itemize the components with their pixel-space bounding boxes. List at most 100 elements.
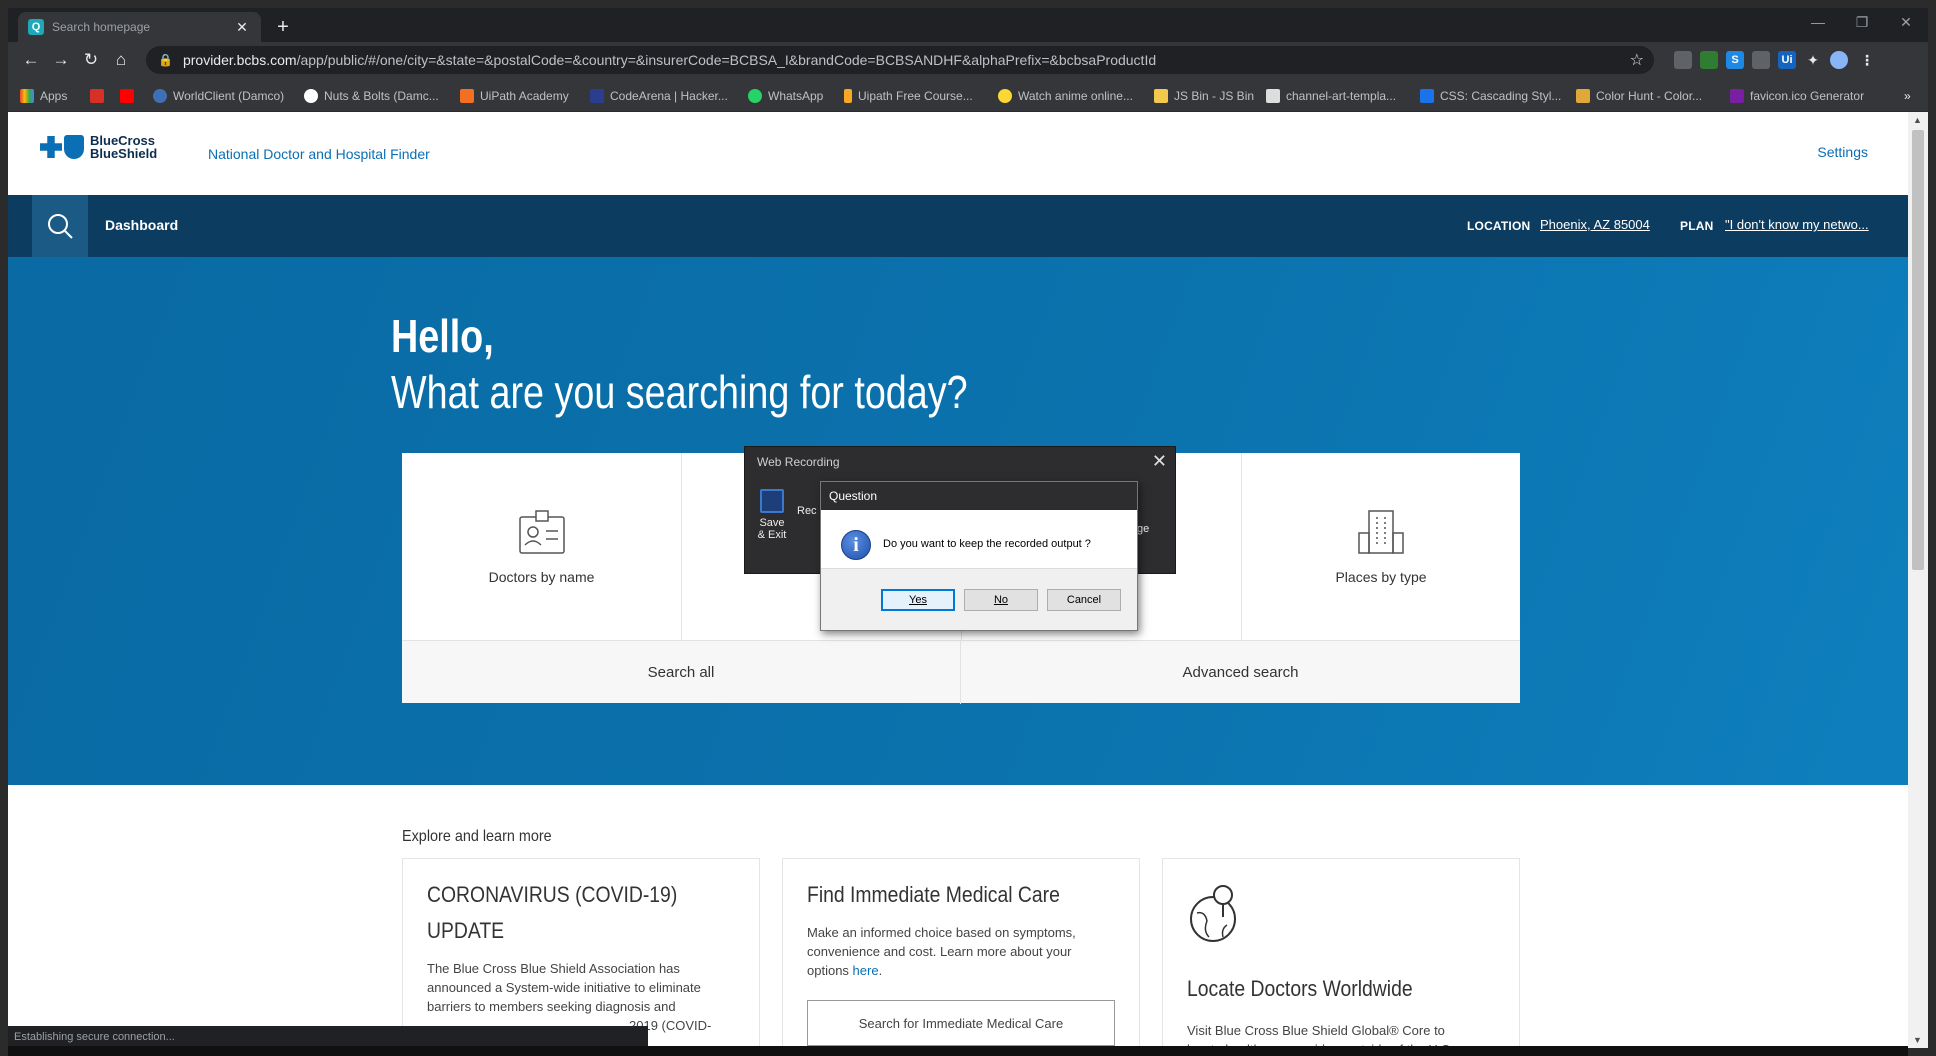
forward-icon[interactable]: → [48, 48, 74, 72]
new-tab-button[interactable]: + [271, 15, 295, 39]
home-icon[interactable]: ⌂ [108, 48, 134, 72]
back-icon[interactable]: ← [18, 48, 44, 72]
immediate-care-title: Find Immediate Medical Care [807, 882, 1060, 907]
save-label: Save [759, 517, 785, 529]
dialog-title: Question [821, 482, 1137, 510]
bookmark-label: Watch anime online... [1018, 89, 1133, 103]
image-button[interactable]: ge [1137, 523, 1149, 535]
puzzle-icon[interactable]: ✦ [1804, 51, 1822, 69]
bookmark-nuts-bolts[interactable]: Nuts & Bolts (Damc... [304, 87, 439, 105]
plan-value[interactable]: "I don't know my netwo... [1725, 217, 1869, 232]
restore-button[interactable]: ❐ [1840, 14, 1884, 36]
settings-link[interactable]: Settings [1817, 144, 1868, 160]
search-actions-row: Search all Advanced search [402, 640, 1520, 704]
logo-text: BlueCross BlueShield [90, 134, 157, 160]
search-button[interactable] [32, 195, 88, 257]
bookmark-favicon[interactable]: favicon.ico Generator [1730, 87, 1864, 105]
greeting-heading: Hello, [391, 310, 494, 362]
bookmark-channel-art[interactable]: channel-art-templa... [1266, 87, 1396, 105]
minimize-button[interactable]: — [1796, 14, 1840, 36]
blue-cross-icon [40, 136, 62, 158]
bookmark-label: Apps [40, 89, 68, 103]
bookmark-label: channel-art-templa... [1286, 89, 1397, 103]
here-link[interactable]: here [853, 963, 879, 978]
bookmark-label: UiPath Academy [480, 89, 569, 103]
info-icon: i [841, 530, 871, 560]
search-prompt-heading: What are you searching for today? [391, 366, 968, 418]
youtube-icon [120, 89, 134, 103]
browser-toolbar: ← → ↻ ⌂ 🔒 provider.bcbs.com /app/public/… [8, 42, 1928, 78]
covid-text-1: The Blue Cross Blue Shield Association h… [427, 961, 680, 976]
save-exit-button[interactable]: Save & Exit [755, 489, 789, 541]
bookmark-color-hunt[interactable]: Color Hunt - Color... [1576, 87, 1702, 105]
uipath-extension-icon[interactable]: Ui [1778, 51, 1796, 69]
cloud-extension-icon[interactable] [1752, 51, 1770, 69]
profile-avatar[interactable] [1830, 51, 1848, 69]
search-icon [48, 214, 73, 239]
bookmark-youtube[interactable] [120, 87, 140, 105]
building-icon [1358, 509, 1404, 554]
browser-tab[interactable]: Q Search homepage ✕ [18, 12, 261, 42]
explore-heading: Explore and learn more [402, 828, 552, 845]
bookmark-icon [844, 89, 852, 103]
scroll-down-icon[interactable]: ▼ [1913, 1035, 1922, 1045]
codearena-icon [590, 89, 604, 103]
star-icon [998, 89, 1012, 103]
page-scrollbar[interactable]: ▲ ▼ [1908, 112, 1928, 1048]
bookmark-icon [1266, 89, 1280, 103]
bookmark-apps[interactable]: Apps [20, 87, 67, 105]
location-value[interactable]: Phoenix, AZ 85004 [1540, 217, 1650, 232]
dashboard-link[interactable]: Dashboard [105, 217, 178, 233]
more-bookmarks-icon[interactable]: » [1904, 87, 1911, 105]
reload-icon[interactable]: ↻ [78, 48, 104, 72]
bookmark-jsbin[interactable]: JS Bin - JS Bin [1154, 87, 1254, 105]
immediate-care-button[interactable]: Search for Immediate Medical Care [807, 1000, 1115, 1046]
menu-icon[interactable]: ⋮ [1858, 51, 1876, 69]
doctors-by-name-card[interactable]: Doctors by name [402, 453, 682, 640]
scrollbar-thumb[interactable] [1912, 130, 1924, 570]
search-all-button[interactable]: Search all [402, 641, 961, 704]
bookmark-anime[interactable]: Watch anime online... [998, 87, 1133, 105]
covid-card[interactable]: CORONAVIRUS (COVID-19) UPDATE The Blue C… [402, 858, 760, 1048]
close-window-button[interactable]: ✕ [1884, 14, 1928, 36]
doctors-by-name-label: Doctors by name [488, 568, 595, 585]
advanced-search-button[interactable]: Advanced search [961, 641, 1520, 704]
site-header: BlueCross BlueShield National Doctor and… [8, 112, 1908, 195]
bcbs-logo[interactable]: BlueCross BlueShield [40, 134, 157, 160]
s-extension-icon[interactable]: S [1726, 51, 1744, 69]
globe-pin-icon [1190, 885, 1236, 942]
address-bar[interactable]: 🔒 provider.bcbs.com /app/public/#/one/ci… [146, 46, 1654, 74]
yes-button[interactable]: Yes [881, 589, 955, 611]
places-by-type-card[interactable]: Places by type [1242, 453, 1520, 640]
bookmark-star-icon[interactable]: ☆ [1630, 50, 1644, 70]
favicon-icon [1730, 89, 1744, 103]
bookmark-css[interactable]: CSS: Cascading Styl... [1420, 87, 1561, 105]
tree-extension-icon[interactable] [1700, 51, 1718, 69]
bookmark-gmail[interactable] [90, 87, 110, 105]
globe-icon [153, 89, 167, 103]
lock-icon: 🔒 [158, 53, 173, 67]
bookmark-whatsapp[interactable]: WhatsApp [748, 87, 823, 105]
extension-icon[interactable] [1674, 51, 1692, 69]
site-title[interactable]: National Doctor and Hospital Finder [208, 146, 430, 162]
close-icon[interactable]: ✕ [1152, 451, 1167, 472]
bookmark-codearena[interactable]: CodeArena | Hacker... [590, 87, 728, 105]
covid-title-line-1: CORONAVIRUS (COVID-19) [427, 882, 678, 907]
no-button[interactable]: No [964, 589, 1038, 611]
bookmark-uipath-course[interactable]: Uipath Free Course... [844, 87, 973, 105]
uipath-icon [460, 89, 474, 103]
bookmark-label: favicon.ico Generator [1750, 89, 1865, 103]
main-navbar: Dashboard LOCATION Phoenix, AZ 85004 PLA… [8, 195, 1908, 257]
close-tab-icon[interactable]: ✕ [233, 19, 251, 36]
mdn-icon [1420, 89, 1434, 103]
cancel-button[interactable]: Cancel [1047, 589, 1121, 611]
bookmark-uipath-academy[interactable]: UiPath Academy [460, 87, 569, 105]
bookmark-label: CodeArena | Hacker... [610, 89, 728, 103]
worldwide-card[interactable]: Locate Doctors Worldwide Visit Blue Cros… [1162, 858, 1520, 1048]
record-button[interactable]: Rec [797, 505, 817, 517]
scroll-up-icon[interactable]: ▲ [1913, 115, 1922, 125]
url-host: provider.bcbs.com [182, 52, 297, 68]
bookmark-worldclient[interactable]: WorldClient (Damco) [153, 87, 284, 105]
bookmark-icon [304, 89, 318, 103]
bookmark-label: WorldClient (Damco) [173, 89, 285, 103]
